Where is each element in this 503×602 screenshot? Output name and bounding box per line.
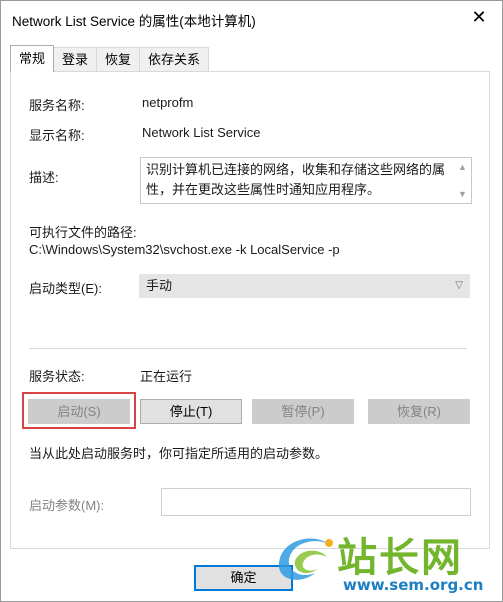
description-textbox[interactable]: 识别计算机已连接的网络，收集和存储这些网络的属性，并在更改这些属性时通知应用程序… [140,157,472,204]
tab-dependencies[interactable]: 依存关系 [139,47,210,71]
watermark-logo [278,538,333,580]
tab-strip: 常规 登录 恢复 依存关系 [10,45,210,72]
pause-button[interactable]: 暂停(P) [252,399,354,424]
scroll-down-icon[interactable]: ▼ [454,187,471,201]
title-bar: Network List Service 的属性(本地计算机) ✕ [1,1,502,35]
description-text: 识别计算机已连接的网络，收集和存储这些网络的属性，并在更改这些属性时通知应用程序… [146,162,446,197]
startup-type-select[interactable]: 手动 ▽ [139,274,470,298]
scroll-up-icon[interactable]: ▲ [454,160,471,174]
description-scrollbar[interactable]: ▲ ▼ [454,158,471,203]
exe-path-label: 可执行文件的路径: [29,225,137,240]
service-name-value: netprofm [142,95,194,110]
service-status-label: 服务状态: [29,369,85,384]
display-name-value: Network List Service [142,125,261,140]
service-properties-dialog: Network List Service 的属性(本地计算机) ✕ 常规 登录 … [0,0,503,602]
tab-recovery[interactable]: 恢复 [96,47,141,71]
watermark-text: 站长网 [337,534,463,581]
resume-button[interactable]: 恢复(R) [368,399,470,424]
startup-type-label: 启动类型(E): [29,281,102,296]
watermark-url: www.sem.org.cn [343,576,484,594]
stop-button[interactable]: 停止(T) [140,399,242,424]
display-name-label: 显示名称: [29,128,85,143]
service-status-value: 正在运行 [140,369,193,384]
chevron-down-icon: ▽ [455,280,463,291]
start-button-highlight [22,392,136,429]
tab-general[interactable]: 常规 [10,45,55,72]
startup-type-value: 手动 [146,278,173,293]
description-label: 描述: [29,170,59,185]
service-name-label: 服务名称: [29,98,85,113]
window-title: Network List Service 的属性(本地计算机) [12,14,256,29]
close-button[interactable]: ✕ [456,1,502,33]
start-params-input[interactable] [161,488,471,516]
close-icon: ✕ [471,6,487,27]
start-params-hint: 当从此处启动服务时，你可指定所适用的启动参数。 [29,446,329,461]
section-divider [29,348,467,349]
general-tab-panel: 服务名称: netprofm 显示名称: Network List Servic… [10,71,490,549]
tab-logon[interactable]: 登录 [53,47,98,71]
start-params-label: 启动参数(M): [29,498,105,513]
exe-path-value: C:\Windows\System32\svchost.exe -k Local… [29,242,340,257]
